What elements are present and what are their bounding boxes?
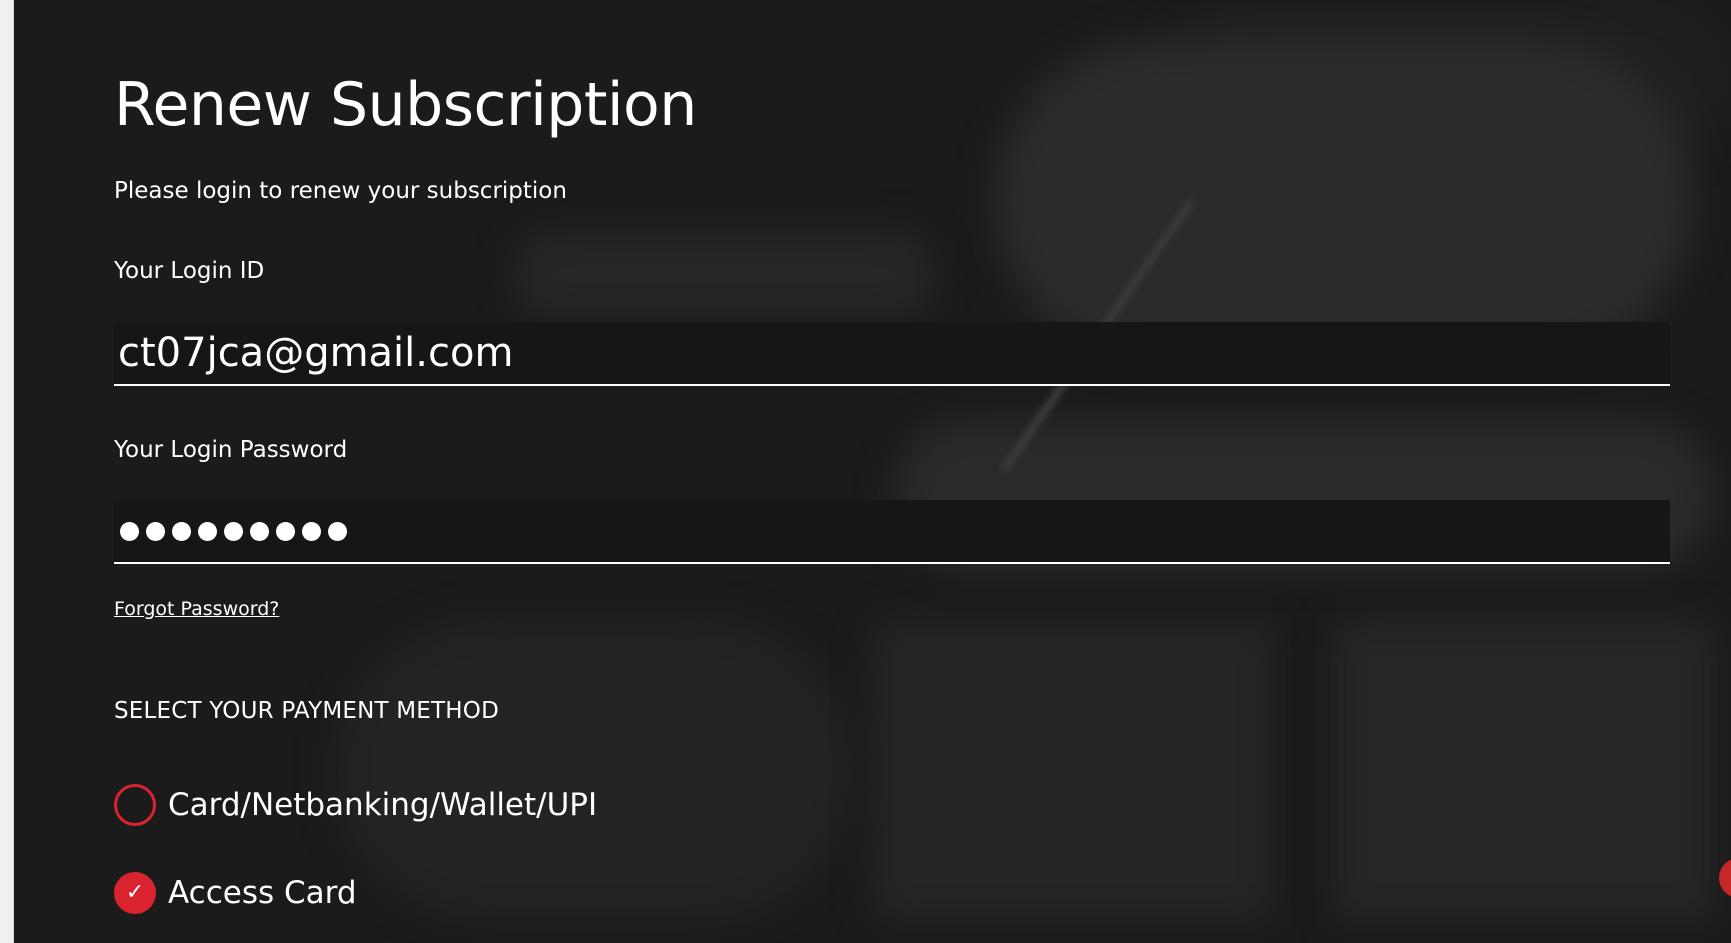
background-photo-shape [514, 230, 934, 320]
payment-option-label: Card/Netbanking/Wallet/UPI [168, 787, 598, 823]
radio-empty-icon[interactable] [114, 784, 156, 826]
password-mask-dot [146, 521, 165, 541]
page-title: Renew Subscription [114, 70, 697, 140]
login-id-label: Your Login ID [114, 258, 265, 284]
page-subtitle: Please login to renew your subscription [114, 178, 567, 204]
payment-option-access-card[interactable]: ✓ Access Card [114, 872, 357, 914]
payment-option-card-netbanking[interactable]: Card/Netbanking/Wallet/UPI [114, 784, 597, 826]
radio-checked-icon[interactable]: ✓ [114, 872, 156, 914]
password-label: Your Login Password [114, 437, 348, 463]
background-photo-shape [994, 40, 1694, 360]
login-id-value: ct07jca@gmail.com [118, 330, 514, 376]
renew-subscription-panel: Renew Subscription Please login to renew… [14, 0, 1731, 943]
password-mask [118, 521, 347, 541]
login-id-input[interactable]: ct07jca@gmail.com [114, 322, 1670, 386]
password-input[interactable] [114, 500, 1670, 564]
background-photo-shape [874, 620, 1274, 920]
password-mask-dot [276, 521, 295, 541]
chat-widget-edge[interactable] [1719, 858, 1731, 898]
payment-option-label: Access Card [168, 875, 357, 911]
forgot-password-link[interactable]: Forgot Password? [114, 598, 279, 620]
payment-method-heading: SELECT YOUR PAYMENT METHOD [114, 698, 499, 724]
password-mask-dot [172, 521, 191, 541]
password-mask-dot [120, 521, 139, 541]
password-mask-dot [198, 521, 217, 541]
password-mask-dot [224, 521, 243, 541]
page-left-edge [0, 0, 14, 943]
password-mask-dot [328, 521, 347, 541]
check-icon: ✓ [125, 880, 145, 905]
background-photo-shape [1334, 620, 1714, 920]
password-mask-dot [250, 521, 269, 541]
password-mask-dot [302, 521, 321, 541]
background-photo-shape [334, 620, 854, 920]
